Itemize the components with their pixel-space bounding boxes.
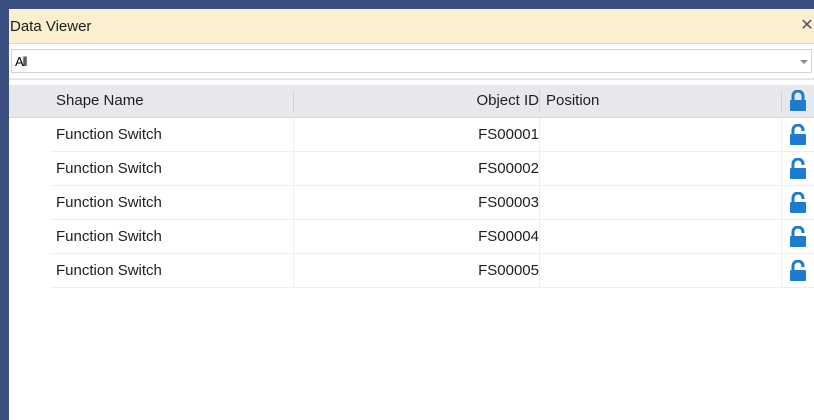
position-cell[interactable] — [540, 254, 780, 287]
data-viewer-panel: Data Viewer ✕ All Shape Name Object ID P… — [9, 9, 814, 420]
object-id-cell[interactable]: FS00004 — [294, 220, 539, 253]
row-divider — [50, 287, 814, 288]
divider — [9, 78, 814, 80]
table-row[interactable]: Function Switch FS00003 — [9, 186, 814, 220]
object-id-cell[interactable]: FS00002 — [294, 152, 539, 185]
filter-dropdown[interactable]: All — [11, 49, 812, 73]
unlock-icon[interactable] — [788, 158, 808, 180]
object-id-cell[interactable]: FS00003 — [294, 186, 539, 219]
column-header-position[interactable]: Position — [540, 85, 780, 117]
object-id-cell[interactable]: FS00005 — [294, 254, 539, 287]
table-row[interactable]: Function Switch FS00004 — [9, 220, 814, 254]
shape-name-cell[interactable]: Function Switch — [56, 152, 292, 185]
lock-cell[interactable] — [782, 220, 814, 253]
panel-title: Data Viewer — [10, 18, 92, 35]
lock-cell[interactable] — [782, 254, 814, 287]
unlock-icon[interactable] — [788, 226, 808, 248]
panel-titlebar[interactable]: Data Viewer ✕ — [9, 9, 814, 44]
close-icon: ✕ — [800, 17, 814, 34]
column-header-lock[interactable] — [782, 85, 814, 117]
column-header-object-id[interactable]: Object ID — [294, 85, 539, 117]
unlock-icon[interactable] — [788, 124, 808, 146]
lock-cell[interactable] — [782, 186, 814, 219]
lock-icon — [790, 90, 806, 111]
lock-cell[interactable] — [782, 118, 814, 151]
lock-cell[interactable] — [782, 152, 814, 185]
filter-bar: All — [9, 45, 814, 83]
position-cell[interactable] — [540, 220, 780, 253]
shape-name-cell[interactable]: Function Switch — [56, 186, 292, 219]
window-frame: Data Viewer ✕ All Shape Name Object ID P… — [0, 0, 814, 420]
table-row[interactable]: Function Switch FS00005 — [9, 254, 814, 288]
data-grid: Shape Name Object ID Position Function S… — [9, 85, 814, 288]
table-row[interactable]: Function Switch FS00002 — [9, 152, 814, 186]
object-id-cell[interactable]: FS00001 — [294, 118, 539, 151]
shape-name-cell[interactable]: Function Switch — [56, 118, 292, 151]
shape-name-cell[interactable]: Function Switch — [56, 254, 292, 287]
unlock-icon[interactable] — [788, 192, 808, 214]
position-cell[interactable] — [540, 186, 780, 219]
table-row[interactable]: Function Switch FS00001 — [9, 118, 814, 152]
unlock-icon[interactable] — [788, 260, 808, 282]
shape-name-cell[interactable]: Function Switch — [56, 220, 292, 253]
grid-header: Shape Name Object ID Position — [9, 85, 814, 118]
grid-body: Function Switch FS00001 Function Switch … — [9, 118, 814, 288]
chevron-down-icon[interactable] — [800, 60, 808, 64]
position-cell[interactable] — [540, 118, 780, 151]
filter-selected-value: All — [15, 54, 27, 69]
column-header-shape-name[interactable]: Shape Name — [56, 85, 292, 117]
position-cell[interactable] — [540, 152, 780, 185]
close-button[interactable]: ✕ — [800, 17, 814, 35]
